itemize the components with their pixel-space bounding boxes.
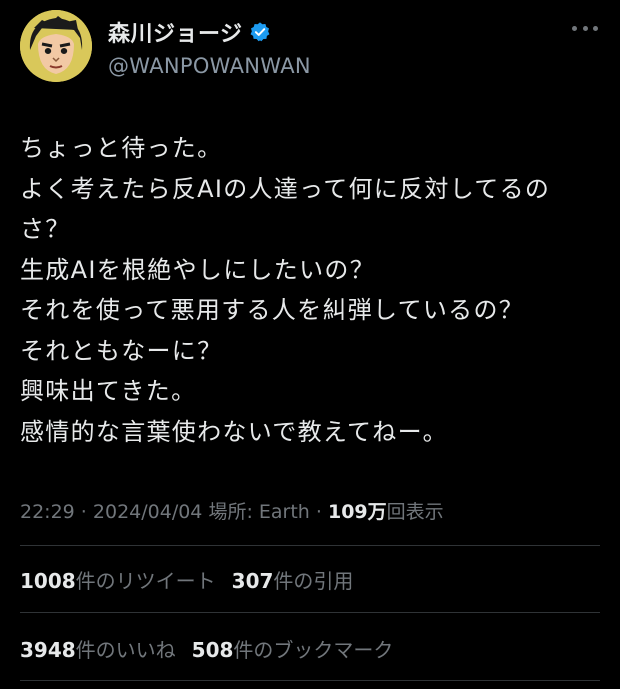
bookmarks-stat[interactable]: 508件のブックマーク bbox=[192, 638, 394, 662]
avatar[interactable] bbox=[20, 10, 92, 82]
divider bbox=[20, 612, 600, 613]
tweet-line: 興味出てきた。 bbox=[20, 377, 197, 405]
views-count: 109万 bbox=[327, 501, 387, 523]
dot-icon bbox=[572, 25, 577, 31]
tweet-line: それを使って悪用する人を糾弾しているの？ bbox=[20, 296, 525, 324]
tweet-line: 感情的な言葉使わないで教えてねー。 bbox=[20, 417, 448, 446]
likes-stat[interactable]: 3948件のいいね bbox=[20, 638, 176, 662]
retweets-count: 1008 bbox=[20, 569, 76, 593]
bookmarks-count: 508 bbox=[191, 638, 234, 662]
stats-row-retweets: 1008件のリツイート 307件の引用 bbox=[20, 565, 353, 594]
quotes-stat[interactable]: 307件の引用 bbox=[232, 569, 354, 593]
stats-row-likes: 3948件のいいね 508件のブックマーク bbox=[20, 634, 393, 663]
divider bbox=[20, 545, 600, 546]
verified-badge-icon bbox=[250, 22, 270, 42]
tweet-location: 場所: Earth bbox=[202, 501, 310, 523]
tweet-date[interactable]: 2024/04/04 bbox=[93, 501, 203, 523]
retweets-label: 件のリツイート bbox=[75, 569, 216, 593]
meta-separator: · bbox=[74, 501, 93, 523]
meta-separator: · bbox=[309, 501, 328, 523]
bookmarks-label: 件のブックマーク bbox=[233, 638, 394, 662]
more-options-icon[interactable] bbox=[572, 22, 598, 34]
tweet-time[interactable]: 22:29 bbox=[20, 501, 75, 523]
divider bbox=[20, 680, 600, 681]
tweet-line: 生成AIを根絶やしにしたいの？ bbox=[20, 255, 375, 284]
likes-label: 件のいいね bbox=[75, 638, 176, 662]
dot-icon bbox=[582, 25, 588, 31]
tweet-line: ちょっと待った。 bbox=[20, 134, 223, 162]
tweet-line: さ？ bbox=[20, 215, 71, 243]
user-names: 森川ジョージ @WANPOWANWAN bbox=[108, 18, 311, 78]
user-handle[interactable]: @WANPOWANWAN bbox=[108, 54, 311, 78]
quotes-label: 件の引用 bbox=[273, 569, 354, 593]
dot-icon bbox=[593, 25, 598, 31]
display-name[interactable]: 森川ジョージ bbox=[108, 16, 243, 48]
quotes-count: 307 bbox=[231, 569, 274, 593]
tweet-meta: 22:29 · 2024/04/04 場所: Earth · 109万回表示 bbox=[20, 497, 444, 524]
avatar-portrait-icon bbox=[20, 10, 92, 82]
tweet-header: 森川ジョージ @WANPOWANWAN bbox=[20, 10, 600, 86]
tweet-line: よく考えたら反AIの人達って何に反対してるの bbox=[20, 174, 551, 203]
retweets-stat[interactable]: 1008件のリツイート bbox=[20, 569, 216, 593]
tweet-text: ちょっと待った。 よく考えたら反AIの人達って何に反対してるの さ？ 生成AIを… bbox=[20, 128, 600, 452]
likes-count: 3948 bbox=[20, 638, 76, 662]
tweet-line: それともなーに？ bbox=[20, 336, 223, 365]
display-name-row: 森川ジョージ bbox=[108, 16, 311, 48]
views-label: 回表示 bbox=[386, 501, 444, 523]
